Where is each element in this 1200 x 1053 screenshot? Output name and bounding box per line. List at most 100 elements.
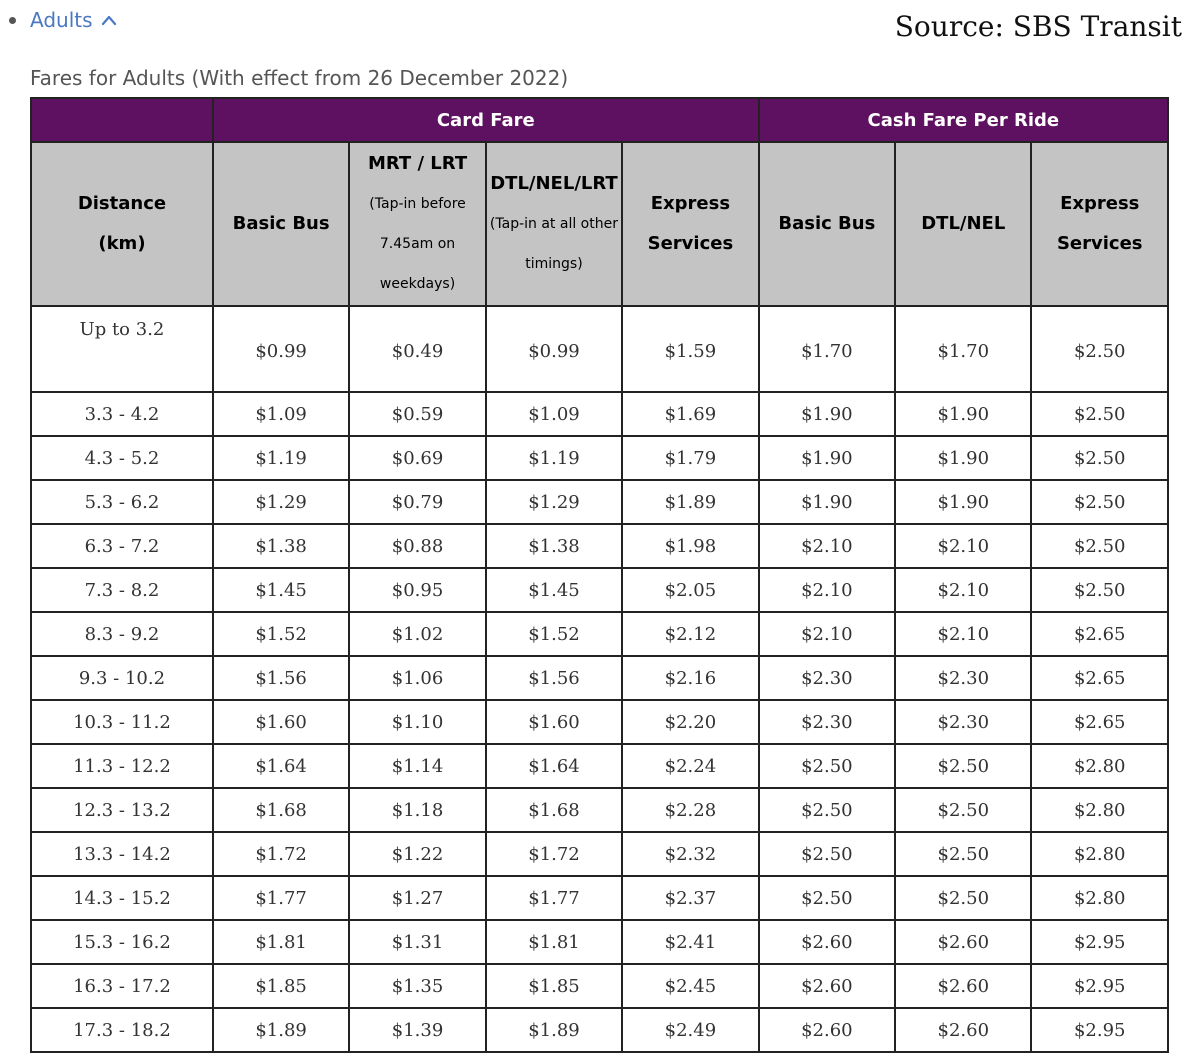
cell-cash-express: $2.95 xyxy=(1030,919,1169,965)
cell-card-basic-bus: $1.72 xyxy=(211,831,351,877)
cell-card-mrt-lrt: $1.27 xyxy=(348,875,487,921)
cell-cash-dtl-nel: $2.50 xyxy=(894,787,1033,833)
cell-cash-express: $2.65 xyxy=(1030,655,1169,701)
group-header-empty xyxy=(30,97,214,143)
column-header-mrt-lrt: MRT / LRT (Tap-in before 7.45am on weekd… xyxy=(348,141,487,307)
cell-card-mrt-lrt: $1.31 xyxy=(348,919,487,965)
cell-card-dtl-nel-lrt: $1.81 xyxy=(484,919,624,965)
group-header-card-fare: Card Fare xyxy=(211,97,760,143)
mrt-header-note3: weekdays) xyxy=(379,276,456,292)
cell-distance: 14.3 - 15.2 xyxy=(30,875,214,921)
express-header-line2: Services xyxy=(647,233,734,254)
adults-toggle[interactable]: Adults xyxy=(30,8,117,32)
table-caption: Fares for Adults (With effect from 26 De… xyxy=(30,66,569,90)
table-row: 13.3 - 14.2 $1.72 $1.22 $1.72 $2.32 $2.50 $2.5… xyxy=(30,831,1169,877)
cell-distance: 11.3 - 12.2 xyxy=(30,743,214,789)
table-row: 10.3 - 11.2 $1.60 $1.10 $1.60 $2.20 $2.30 $2.3… xyxy=(30,699,1169,745)
cell-cash-basic-bus: $1.70 xyxy=(757,305,897,393)
cell-card-express: $2.24 xyxy=(621,743,760,789)
cell-cash-dtl-nel: $1.70 xyxy=(894,305,1033,393)
table-row: 5.3 - 6.2 $1.29 $0.79 $1.29 $1.89 $1.90 $1.90 $… xyxy=(30,479,1169,525)
cell-distance: Up to 3.2 xyxy=(30,305,214,393)
cell-card-dtl-nel-lrt: $1.19 xyxy=(484,435,624,481)
cell-card-mrt-lrt: $0.95 xyxy=(348,567,487,613)
table-row: 12.3 - 13.2 $1.68 $1.18 $1.68 $2.28 $2.50 $2.5… xyxy=(30,787,1169,833)
cell-distance: 6.3 - 7.2 xyxy=(30,523,214,569)
cell-distance: 12.3 - 13.2 xyxy=(30,787,214,833)
cell-cash-express: $2.50 xyxy=(1030,391,1169,437)
cell-cash-dtl-nel: $2.10 xyxy=(894,611,1033,657)
cell-card-express: $1.98 xyxy=(621,523,760,569)
cell-card-mrt-lrt: $1.14 xyxy=(348,743,487,789)
top-row: Adults Source: SBS Transit xyxy=(0,0,1200,48)
table-row: 17.3 - 18.2 $1.89 $1.39 $1.89 $2.49 $2.60 $2.6… xyxy=(30,1007,1169,1053)
cell-cash-express: $2.95 xyxy=(1030,963,1169,1009)
column-header-distance: Distance (km) xyxy=(30,141,214,307)
cell-card-express: $2.05 xyxy=(621,567,760,613)
cell-cash-basic-bus: $2.10 xyxy=(757,523,897,569)
fare-table: Card Fare Cash Fare Per Ride Distance (k… xyxy=(30,97,1170,1053)
cell-cash-dtl-nel: $2.60 xyxy=(894,919,1033,965)
table-row: 7.3 - 8.2 $1.45 $0.95 $1.45 $2.05 $2.10 $2.10 $… xyxy=(30,567,1169,613)
column-header-basic-bus: Basic Bus xyxy=(211,141,351,307)
cell-cash-basic-bus: $2.50 xyxy=(757,743,897,789)
column-header-express: Express Services xyxy=(621,141,760,307)
cell-cash-dtl-nel: $2.60 xyxy=(894,1007,1033,1053)
mrt-header-note2: 7.45am on xyxy=(379,236,456,252)
cell-card-basic-bus: $1.77 xyxy=(211,875,351,921)
table-row: 9.3 - 10.2 $1.56 $1.06 $1.56 $2.16 $2.30 $2.30… xyxy=(30,655,1169,701)
cell-card-dtl-nel-lrt: $1.56 xyxy=(484,655,624,701)
cell-card-mrt-lrt: $0.69 xyxy=(348,435,487,481)
group-header-cash-fare: Cash Fare Per Ride xyxy=(757,97,1170,143)
cell-cash-basic-bus: $1.90 xyxy=(757,435,897,481)
cell-cash-express: $2.65 xyxy=(1030,699,1169,745)
cell-cash-express: $2.50 xyxy=(1030,479,1169,525)
cell-card-express: $2.37 xyxy=(621,875,760,921)
cell-card-basic-bus: $1.81 xyxy=(211,919,351,965)
cell-card-basic-bus: $1.85 xyxy=(211,963,351,1009)
cell-card-dtl-nel-lrt: $1.29 xyxy=(484,479,624,525)
cell-card-express: $1.89 xyxy=(621,479,760,525)
table-row: 6.3 - 7.2 $1.38 $0.88 $1.38 $1.98 $2.10 $2.10 $… xyxy=(30,523,1169,569)
group-header-row: Card Fare Cash Fare Per Ride xyxy=(30,97,1170,143)
cell-cash-basic-bus: $1.90 xyxy=(757,391,897,437)
cell-card-express: $2.16 xyxy=(621,655,760,701)
table-row: Up to 3.2 $0.99 $0.49 $0.99 $1.59 $1.70 $1.70 $… xyxy=(30,305,1169,393)
dtl-header-note2: timings) xyxy=(525,256,583,272)
cell-card-express: $2.12 xyxy=(621,611,760,657)
cell-card-mrt-lrt: $1.22 xyxy=(348,831,487,877)
cell-cash-basic-bus: $2.60 xyxy=(757,1007,897,1053)
cell-card-dtl-nel-lrt: $1.77 xyxy=(484,875,624,921)
cell-cash-express: $2.80 xyxy=(1030,743,1169,789)
cell-card-express: $1.79 xyxy=(621,435,760,481)
column-header-row: Distance (km) Basic Bus MRT / LRT (Tap-i… xyxy=(30,141,1169,307)
column-header-cash-dtl-nel: DTL/NEL xyxy=(894,141,1033,307)
cell-distance: 3.3 - 4.2 xyxy=(30,391,214,437)
cell-card-mrt-lrt: $1.35 xyxy=(348,963,487,1009)
cell-card-basic-bus: $1.89 xyxy=(211,1007,351,1053)
cell-cash-dtl-nel: $2.50 xyxy=(894,743,1033,789)
cell-cash-basic-bus: $2.50 xyxy=(757,787,897,833)
cell-card-basic-bus: $1.38 xyxy=(211,523,351,569)
cell-cash-dtl-nel: $2.60 xyxy=(894,963,1033,1009)
cell-cash-basic-bus: $2.60 xyxy=(757,963,897,1009)
cash-basic-bus-header-label: Basic Bus xyxy=(778,213,876,234)
cell-card-basic-bus: $1.60 xyxy=(211,699,351,745)
cell-cash-express: $2.65 xyxy=(1030,611,1169,657)
cell-cash-dtl-nel: $2.30 xyxy=(894,699,1033,745)
table-row: 8.3 - 9.2 $1.52 $1.02 $1.52 $2.12 $2.10 $2.10 $… xyxy=(30,611,1169,657)
cell-card-mrt-lrt: $0.88 xyxy=(348,523,487,569)
cell-card-dtl-nel-lrt: $1.52 xyxy=(484,611,624,657)
cell-card-basic-bus: $1.56 xyxy=(211,655,351,701)
cell-cash-express: $2.50 xyxy=(1030,435,1169,481)
cell-card-basic-bus: $1.09 xyxy=(211,391,351,437)
cell-cash-express: $2.95 xyxy=(1030,1007,1169,1053)
cash-express-header-line1: Express xyxy=(1060,193,1140,214)
chevron-up-icon xyxy=(101,15,116,26)
fare-table-body: Up to 3.2 $0.99 $0.49 $0.99 $1.59 $1.70 $1.70 $… xyxy=(30,305,1169,1053)
cell-card-mrt-lrt: $1.18 xyxy=(348,787,487,833)
cell-card-basic-bus: $0.99 xyxy=(211,305,351,393)
cell-card-mrt-lrt: $0.49 xyxy=(348,305,487,393)
cell-card-dtl-nel-lrt: $1.60 xyxy=(484,699,624,745)
cell-card-express: $2.45 xyxy=(621,963,760,1009)
